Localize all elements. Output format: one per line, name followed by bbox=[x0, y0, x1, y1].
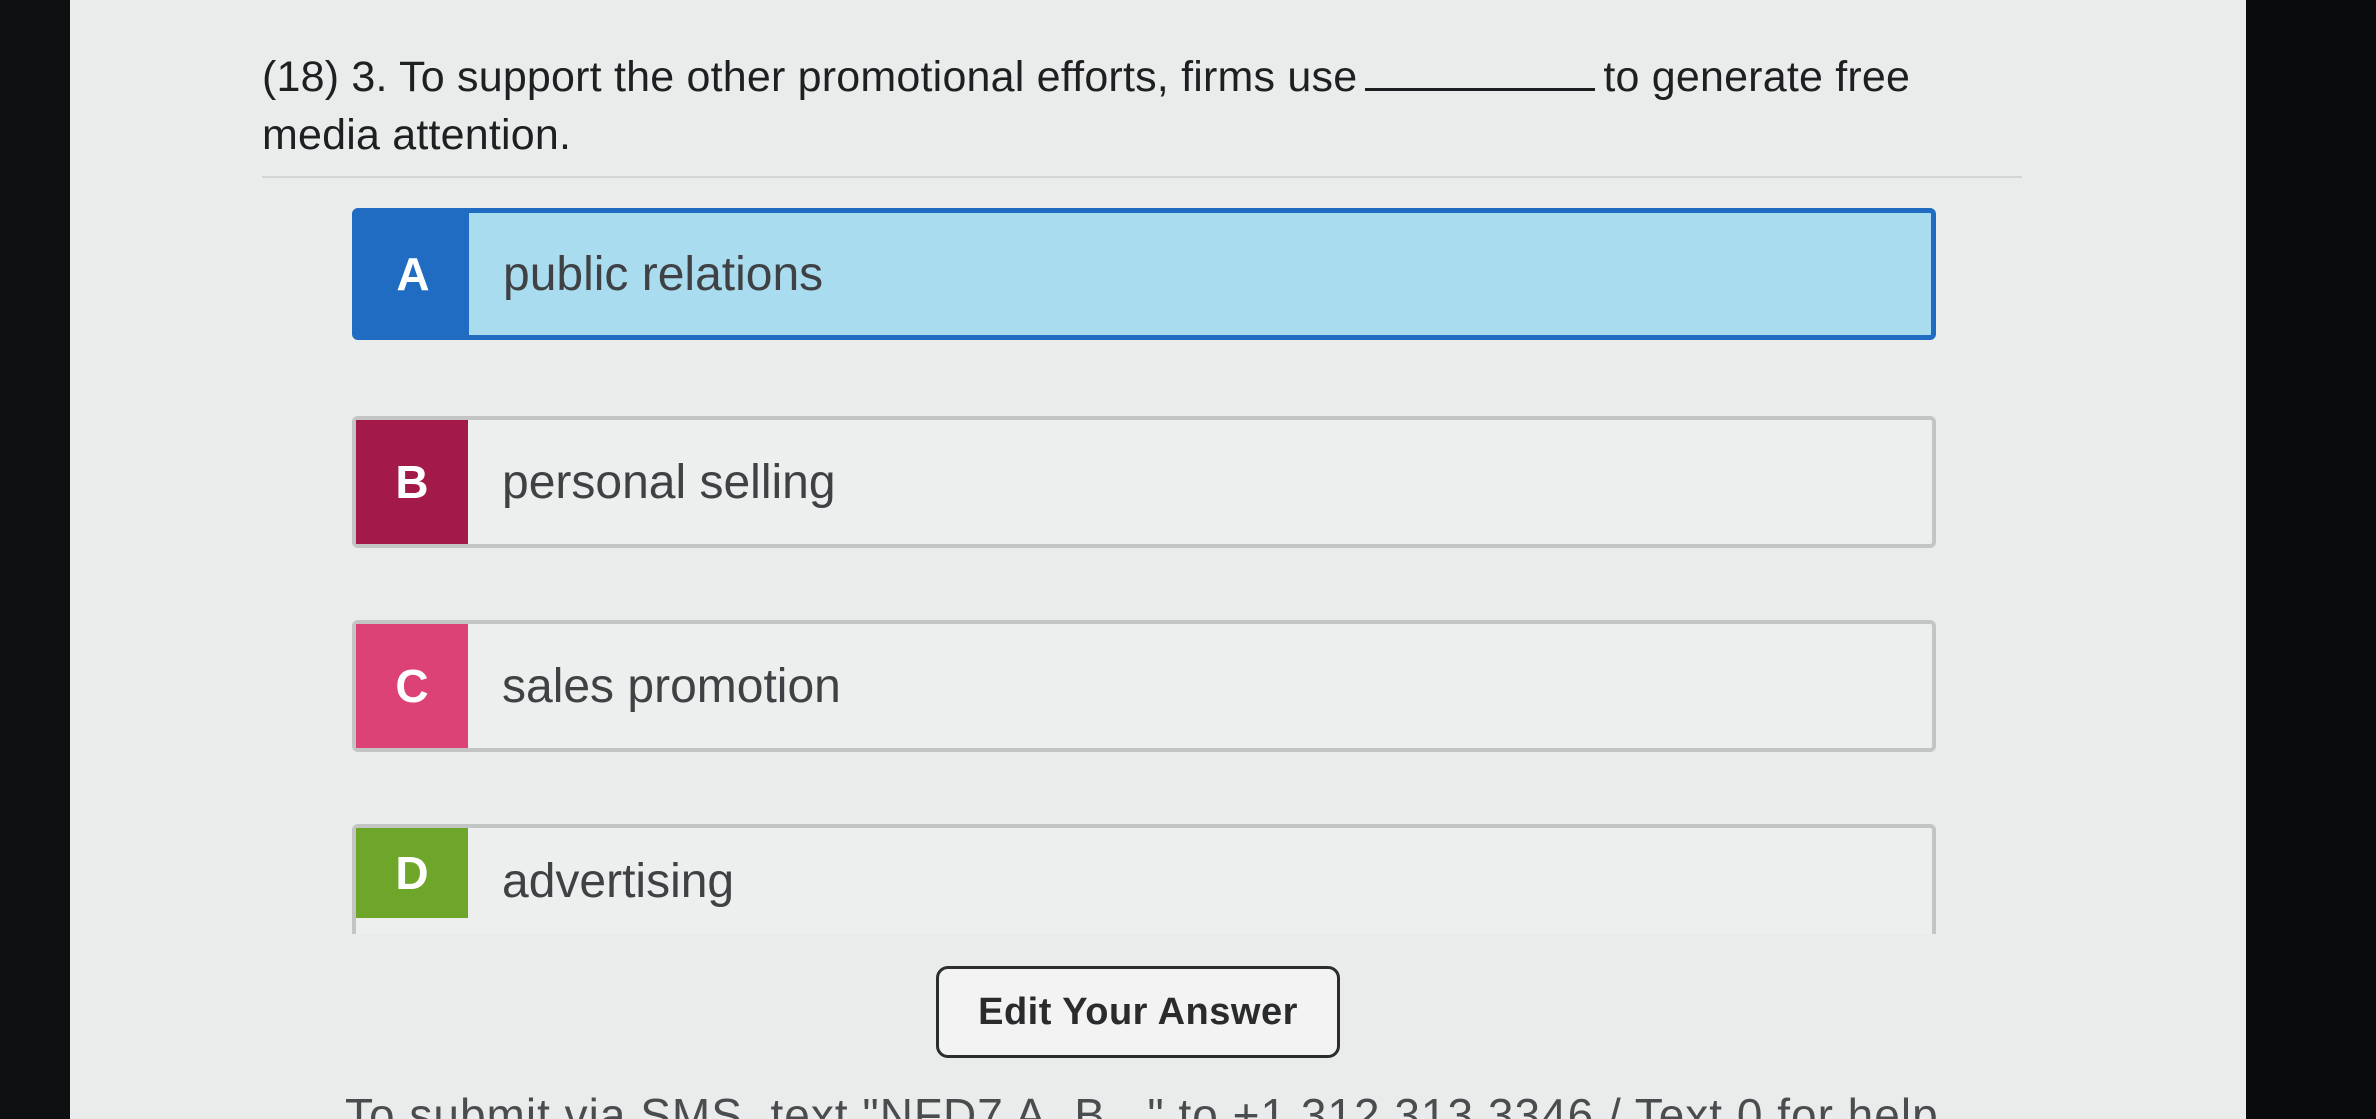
question-text-start: (18) 3. To support the other promotional… bbox=[262, 53, 1358, 101]
option-b-label: personal selling bbox=[502, 455, 836, 509]
question-text: (18) 3. To support the other promotional… bbox=[262, 48, 1942, 164]
option-c-letter-badge: C bbox=[356, 624, 468, 748]
option-b[interactable]: B personal selling bbox=[352, 416, 1936, 548]
edit-answer-button[interactable]: Edit Your Answer bbox=[936, 966, 1340, 1058]
option-a-label: public relations bbox=[503, 247, 824, 301]
quiz-screen: (18) 3. To support the other promotional… bbox=[70, 0, 2246, 1119]
option-d[interactable]: D advertising bbox=[352, 824, 1936, 934]
option-a[interactable]: A public relations bbox=[352, 208, 1936, 340]
option-d-label: advertising bbox=[502, 854, 735, 908]
sms-instructions: To submit via SMS, text "NFD7 A, B..." t… bbox=[345, 1089, 1939, 1119]
option-c[interactable]: C sales promotion bbox=[352, 620, 1936, 752]
device-bezel bbox=[2246, 0, 2376, 1119]
answer-blank bbox=[1365, 58, 1596, 91]
divider bbox=[262, 176, 2022, 178]
option-a-letter-badge: A bbox=[357, 213, 469, 335]
option-d-letter-badge: D bbox=[356, 828, 468, 918]
option-c-label: sales promotion bbox=[502, 659, 841, 713]
option-b-letter-badge: B bbox=[356, 420, 468, 544]
